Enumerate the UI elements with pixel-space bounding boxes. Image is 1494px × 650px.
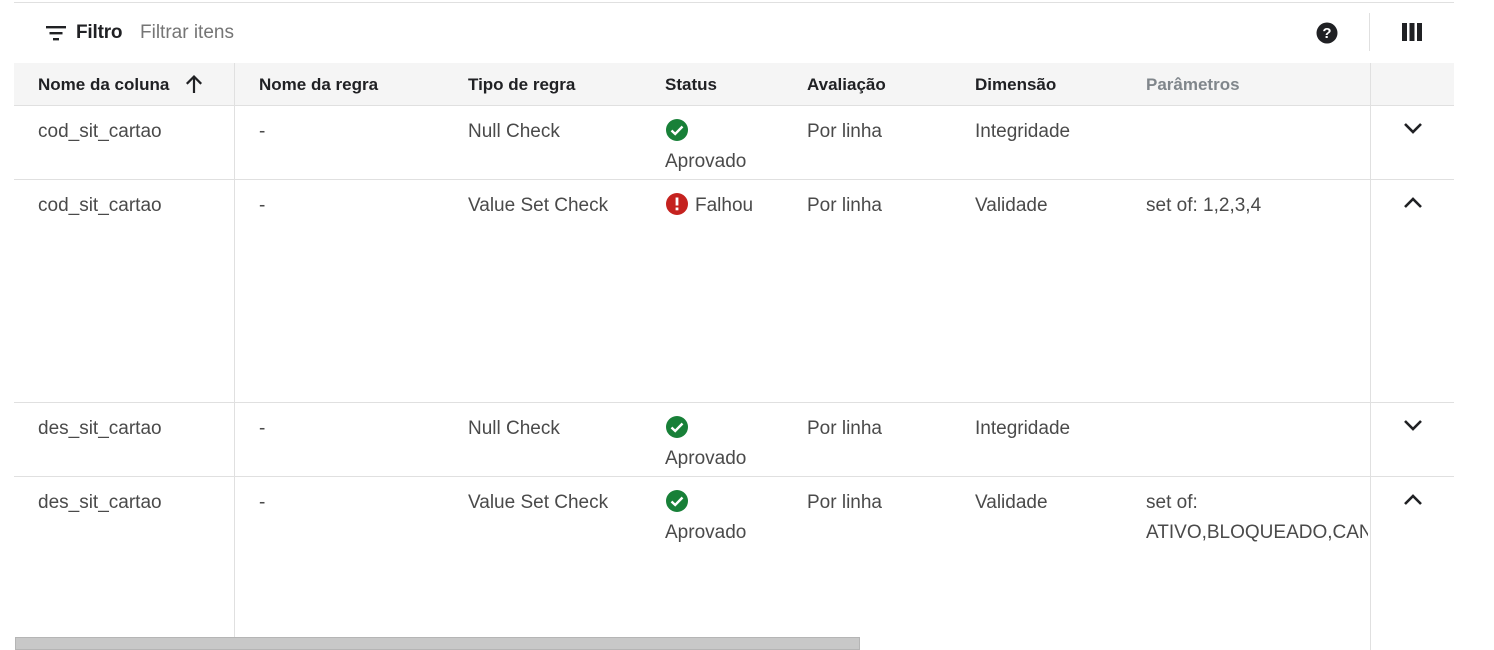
cell-column-name: cod_sit_cartao xyxy=(38,121,162,142)
parameters-line: ATIVO,BLOQUEADO,CANC xyxy=(1146,522,1368,543)
cell-evaluation: Por linha xyxy=(807,418,882,439)
status-label: Falhou xyxy=(695,195,754,216)
header-status[interactable]: Status xyxy=(665,75,717,95)
cell-status: Aprovado xyxy=(665,488,746,548)
chevron-up-icon[interactable] xyxy=(1401,488,1425,512)
sticky-column-divider xyxy=(234,63,235,650)
cell-rule-name: - xyxy=(259,121,266,142)
parameters-line: set of: xyxy=(1146,492,1198,513)
header-rule-name[interactable]: Nome da regra xyxy=(259,75,378,95)
help-button[interactable]: ? xyxy=(1315,21,1339,45)
status-label: Aprovado xyxy=(665,151,747,172)
cell-rule-type: Null Check xyxy=(468,418,560,439)
check-circle-icon xyxy=(666,118,688,141)
cell-rule-name: - xyxy=(259,195,266,216)
header-rule-type[interactable]: Tipo de regra xyxy=(468,75,575,95)
cell-column-name: cod_sit_cartao xyxy=(38,195,162,216)
cell-status: Aprovado xyxy=(665,414,746,474)
check-circle-icon xyxy=(666,489,688,512)
chevron-down-icon[interactable] xyxy=(1401,116,1425,140)
filter-list-icon xyxy=(46,26,66,41)
horizontal-scrollbar[interactable] xyxy=(15,637,860,650)
cell-dimension: Integridade xyxy=(975,121,1071,142)
cell-evaluation: Por linha xyxy=(807,121,882,142)
chevron-down-icon[interactable] xyxy=(1401,413,1425,437)
cell-status: Aprovado xyxy=(665,117,746,177)
cell-rule-type: Value Set Check xyxy=(468,492,609,513)
header-column-name[interactable]: Nome da coluna xyxy=(38,75,169,95)
header-parameters: Parâmetros xyxy=(1146,75,1240,94)
cell-evaluation: Por linha xyxy=(807,492,882,513)
error-icon xyxy=(666,192,688,215)
cell-rule-type: Null Check xyxy=(468,121,560,142)
table-row: des_sit_cartao - Value Set Check Aprovad… xyxy=(14,477,1454,650)
filter-button[interactable]: Filtro xyxy=(46,22,122,44)
cell-dimension: Validade xyxy=(975,492,1048,513)
cell-parameters: set of: ATIVO,BLOQUEADO,CANC xyxy=(1146,488,1368,548)
column-display-button[interactable] xyxy=(1401,22,1425,46)
cell-dimension: Integridade xyxy=(975,418,1071,439)
help-icon: ? xyxy=(1316,22,1338,44)
table-row: cod_sit_cartao - Value Set Check Falhou … xyxy=(14,180,1454,403)
status-label: Aprovado xyxy=(665,522,747,543)
actions-column-divider xyxy=(1370,63,1371,650)
header-dimension[interactable]: Dimensão xyxy=(975,75,1056,95)
table-row: des_sit_cartao - Null Check Aprovado Por… xyxy=(14,403,1454,477)
filter-input[interactable] xyxy=(140,20,840,46)
table-row: cod_sit_cartao - Null Check Aprovado Por… xyxy=(14,106,1454,180)
filter-label: Filtro xyxy=(76,22,123,43)
table-header-row: Nome da coluna Nome da regra Tipo de reg… xyxy=(14,63,1454,106)
arrow-upward-icon[interactable] xyxy=(183,73,205,95)
table-toolbar: Filtro ? xyxy=(14,3,1454,63)
cell-parameters: set of: 1,2,3,4 xyxy=(1146,191,1368,221)
cell-rule-name: - xyxy=(259,418,266,439)
data-quality-rules-table: Nome da coluna Nome da regra Tipo de reg… xyxy=(14,63,1454,650)
cell-rule-name: - xyxy=(259,492,266,513)
check-circle-icon xyxy=(666,415,688,438)
chevron-up-icon[interactable] xyxy=(1401,191,1425,215)
toolbar-divider xyxy=(1369,13,1370,51)
cell-evaluation: Por linha xyxy=(807,195,882,216)
cell-status: Falhou xyxy=(665,191,753,221)
header-evaluation[interactable]: Avaliação xyxy=(807,75,886,95)
cell-column-name: des_sit_cartao xyxy=(38,418,162,439)
cell-column-name: des_sit_cartao xyxy=(38,492,162,513)
cell-rule-type: Value Set Check xyxy=(468,195,609,216)
svg-text:?: ? xyxy=(1322,25,1331,42)
status-label: Aprovado xyxy=(665,448,747,469)
view-column-icon xyxy=(1402,23,1422,41)
cell-dimension: Validade xyxy=(975,195,1048,216)
parameters-line: set of: 1,2,3,4 xyxy=(1146,195,1262,216)
